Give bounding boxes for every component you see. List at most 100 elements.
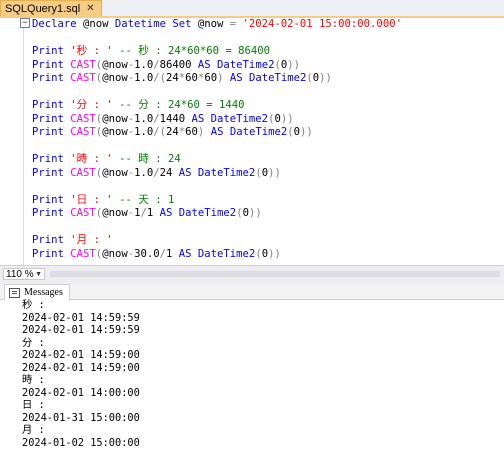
- code-token: '秒 : ': [70, 45, 120, 57]
- code-token: '日 : ': [70, 193, 120, 206]
- code-token: 1: [146, 207, 160, 219]
- message-line: 2024-02-01 14:59:00: [22, 349, 140, 361]
- code-token: Print: [32, 166, 71, 179]
- code-token: )): [319, 72, 332, 84]
- code-token: '分 : ': [70, 99, 120, 111]
- code-token: DateTime2: [217, 58, 275, 71]
- code-line[interactable]: [32, 32, 402, 46]
- code-token: Declare: [32, 18, 84, 30]
- message-line: 2024-02-01 14:59:00: [22, 361, 140, 374]
- code-token: @now: [102, 72, 128, 84]
- document-tab-strip: SQLQuery1.sql ✕: [0, 0, 504, 17]
- code-token: -- 秒 : 24*60*60 = 86400: [119, 45, 271, 57]
- code-token: )): [248, 207, 262, 219]
- code-line[interactable]: Print '秒 : ' -- 秒 : 24*60*60 = 86400: [32, 45, 402, 59]
- code-token: DateTime2: [197, 247, 256, 260]
- message-line: 2024-02-01 14:00:00: [22, 386, 140, 399]
- code-token: Print: [32, 126, 71, 138]
- code-token: CAST: [70, 126, 96, 138]
- code-token: /(: [153, 126, 166, 138]
- zoom-select[interactable]: 110 % ▼: [3, 268, 45, 280]
- code-line[interactable]: Print CAST(@now-1/1 AS DateTime2(0)): [32, 207, 402, 221]
- code-token: CAST: [70, 207, 96, 219]
- code-token: AS: [229, 72, 249, 84]
- code-token: 1.0: [134, 72, 154, 84]
- code-token: AS: [178, 166, 198, 179]
- code-line[interactable]: [32, 86, 402, 100]
- message-line: 日 :: [22, 399, 45, 411]
- code-token: CAST: [70, 166, 96, 179]
- code-line[interactable]: Print CAST(@now-1.0/(24*60*60) AS DateTi…: [32, 72, 402, 86]
- code-token: 1.0: [134, 58, 154, 71]
- code-token: )): [268, 166, 281, 179]
- code-token: ): [217, 72, 230, 84]
- code-token: 60: [185, 72, 198, 84]
- code-token: Print: [32, 99, 71, 111]
- code-token: AS: [178, 247, 198, 260]
- close-icon[interactable]: ✕: [86, 3, 94, 14]
- code-token: Print: [32, 193, 71, 206]
- message-line: 時 :: [22, 374, 45, 386]
- code-line[interactable]: Print CAST(@now-1.0/24 AS DateTime2(0)): [32, 167, 402, 181]
- chevron-down-icon[interactable]: ▼: [35, 269, 42, 281]
- code-line[interactable]: [32, 140, 402, 154]
- code-token: -- 時 : 24: [119, 153, 181, 165]
- message-line: 2024-02-01 14:59:59: [22, 311, 140, 324]
- code-line[interactable]: Print '時 : ' -- 時 : 24: [32, 153, 402, 167]
- code-token: /(: [153, 72, 166, 84]
- horizontal-scrollbar[interactable]: [50, 271, 500, 277]
- code-token: ): [197, 126, 211, 138]
- code-line[interactable]: Print CAST(@now-1.0/(24*60) AS DateTime2…: [32, 126, 402, 140]
- code-line[interactable]: Declare @now Datetime Set @now = '2024-0…: [32, 18, 402, 32]
- code-token: CAST: [70, 112, 96, 125]
- code-line[interactable]: [32, 180, 402, 194]
- code-token: 1.0: [134, 166, 154, 179]
- code-token: DateTime2: [248, 72, 307, 84]
- code-token: '2024-02-01 15:00:00.000': [242, 18, 402, 30]
- code-line[interactable]: Print '月 : ': [32, 234, 402, 248]
- code-token: '月 : ': [70, 234, 113, 246]
- code-token: DateTime2: [178, 207, 237, 219]
- code-token: AS: [197, 58, 218, 71]
- code-line[interactable]: Print CAST(@now-1.0/1440 AS DateTime2(0)…: [32, 113, 402, 127]
- code-token: Print: [32, 234, 71, 246]
- code-token: Set: [172, 18, 198, 30]
- collapse-icon[interactable]: −: [20, 18, 30, 28]
- message-line: 秒 :: [22, 299, 45, 311]
- code-token: -- 天 : 1: [119, 193, 175, 206]
- code-line[interactable]: [32, 221, 402, 235]
- tab-sqlquery1[interactable]: SQLQuery1.sql ✕: [0, 0, 102, 17]
- message-line: 月 :: [22, 424, 45, 436]
- code-token: DateTime2: [197, 166, 256, 179]
- code-token: DateTime2: [210, 112, 269, 125]
- results-pane: Messages 秒 :2024-02-01 14:59:59 2024-02-0…: [0, 283, 504, 449]
- code-token: )): [287, 58, 300, 71]
- editor-status-bar: 110 % ▼: [0, 265, 504, 284]
- code-line[interactable]: Print '日 : ' -- 天 : 1: [32, 194, 402, 208]
- code-token: 24: [159, 166, 179, 179]
- code-line[interactable]: Print CAST(@now-1.0/86400 AS DateTime2(0…: [32, 59, 402, 73]
- code-token: 86400: [159, 58, 198, 71]
- code-token: 1440: [159, 112, 192, 125]
- code-token: @now: [102, 166, 128, 179]
- code-line[interactable]: Print CAST(@now-30.0/1 AS DateTime2(0)): [32, 248, 402, 262]
- code-token: 1: [166, 247, 179, 260]
- code-token: Print: [32, 247, 71, 260]
- message-line: 2024-02-01 14:59:59: [22, 324, 140, 336]
- code-token: @now: [83, 18, 115, 30]
- tab-title: SQLQuery1.sql: [5, 2, 81, 15]
- code-token: -- 分 : 24*60 = 1440: [119, 99, 245, 111]
- code-token: @now: [102, 58, 128, 71]
- code-token: )): [268, 247, 281, 260]
- query-editor[interactable]: − Declare @now Datetime Set @now = '2024…: [0, 18, 504, 265]
- code-token: @now: [102, 112, 128, 125]
- messages-tab-label: Messages: [24, 287, 63, 298]
- code-token: Datetime: [114, 18, 173, 30]
- code-line[interactable]: Print '分 : ' -- 分 : 24*60 = 1440: [32, 99, 402, 113]
- tab-messages[interactable]: Messages: [4, 284, 70, 300]
- code-token: 24: [166, 126, 179, 138]
- message-line: 分 :: [22, 336, 45, 349]
- code-token: )): [300, 126, 313, 138]
- message-line: 2024-01-02 15:00:00: [22, 436, 140, 449]
- code-area[interactable]: Declare @now Datetime Set @now = '2024-0…: [32, 18, 402, 261]
